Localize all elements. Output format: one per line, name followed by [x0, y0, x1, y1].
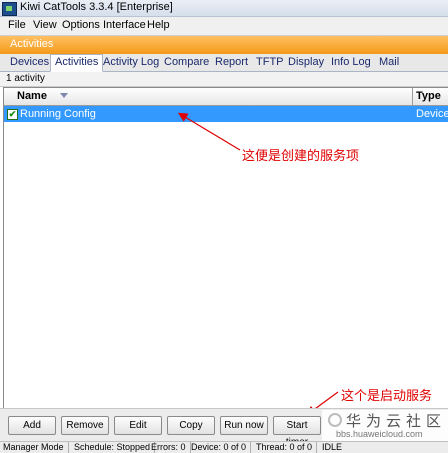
tab-strip: Devices Activities Activity Log Compare …: [0, 54, 448, 72]
status-schedule: Schedule: Stopped: [74, 442, 156, 453]
menu-bar: File View Options Interface Help: [0, 17, 448, 36]
run-now-button[interactable]: Run now: [220, 416, 268, 435]
start-timer-button[interactable]: Start timer: [273, 416, 321, 448]
activity-count: 1 activity: [6, 73, 45, 84]
add-button[interactable]: Add: [8, 416, 56, 435]
edit-button[interactable]: Edit: [114, 416, 162, 435]
tab-tftp[interactable]: TFTP: [252, 55, 288, 70]
watermark-url: bbs.huaweicloud.com: [336, 429, 423, 439]
banner-title: Activities: [10, 38, 54, 50]
title-bar: Kiwi CatTools 3.3.4 [Enterprise]: [0, 0, 448, 17]
copy-button[interactable]: Copy: [167, 416, 215, 435]
row-type-cell: Device.B: [416, 108, 448, 120]
tab-activities[interactable]: Activities: [50, 54, 104, 72]
tab-activity-log[interactable]: Activity Log: [99, 55, 163, 70]
annotation-created-item: 这便是创建的服务项: [242, 149, 360, 164]
tab-devices[interactable]: Devices: [6, 55, 53, 70]
status-bar: Manager Mode Schedule: Stopped Errors: 0…: [0, 441, 448, 453]
tab-report[interactable]: Report: [211, 55, 252, 70]
tab-compare[interactable]: Compare: [160, 55, 213, 70]
app-icon: [2, 2, 17, 16]
annotation-start-service: 这个是启动服务: [341, 389, 433, 404]
activity-grid[interactable]: Name Type ✔ Running Config Device.B: [3, 87, 448, 409]
column-divider[interactable]: [412, 88, 413, 105]
window-title: Kiwi CatTools 3.3.4 [Enterprise]: [20, 1, 173, 13]
status-errors: Errors: 0: [151, 442, 191, 453]
row-name-cell: Running Config: [20, 108, 96, 120]
status-thread: Thread: 0 of 0: [256, 442, 318, 453]
status-mode: Manager Mode: [3, 442, 69, 453]
huawei-cloud-logo-icon: [328, 413, 342, 427]
tab-mail[interactable]: Mail: [375, 55, 403, 70]
watermark: 华为云社区 bbs.huaweicloud.com: [322, 410, 448, 441]
menu-view[interactable]: View: [33, 19, 57, 31]
menu-options[interactable]: Options: [62, 19, 100, 31]
watermark-title: 华为云社区: [346, 412, 447, 430]
grid-header: Name Type: [4, 88, 448, 106]
section-banner: Activities: [0, 36, 448, 55]
column-header-type[interactable]: Type: [416, 90, 441, 102]
remove-button[interactable]: Remove: [61, 416, 109, 435]
status-device: Device: 0 of 0: [191, 442, 252, 453]
table-row[interactable]: ✔ Running Config Device.B: [4, 106, 448, 122]
status-state: IDLE: [322, 442, 343, 452]
activity-count-bar: 1 activity: [0, 72, 448, 87]
row-checkbox[interactable]: ✔: [7, 109, 18, 120]
tab-display[interactable]: Display: [284, 55, 328, 70]
column-header-name[interactable]: Name: [17, 90, 47, 102]
tab-info-log[interactable]: Info Log: [327, 55, 375, 70]
menu-help[interactable]: Help: [147, 19, 170, 31]
menu-file[interactable]: File: [8, 19, 26, 31]
menu-interface[interactable]: Interface: [103, 19, 146, 31]
sort-arrow-icon[interactable]: [60, 93, 68, 98]
